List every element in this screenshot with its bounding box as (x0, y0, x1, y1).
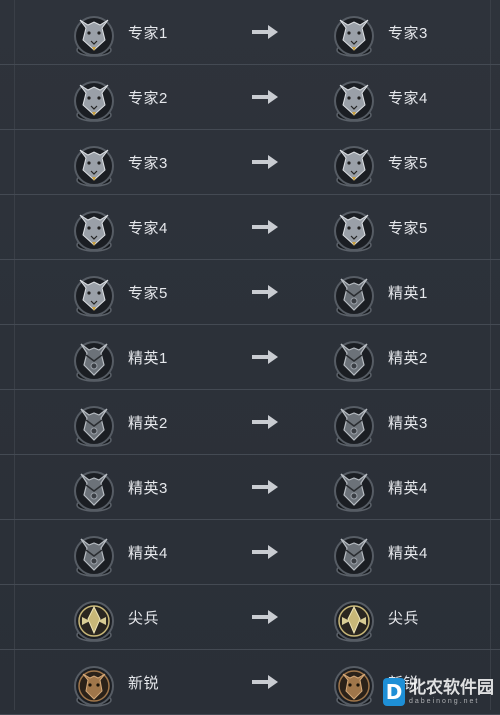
tiger-rookie-icon (70, 656, 118, 708)
table-row: 专家4 专家5 (0, 195, 500, 260)
to-rank-label: 精英4 (388, 479, 428, 497)
table-row: 专家3 专家5 (0, 130, 500, 195)
rank-progression-table: 专家1 专家3 专家2 专家4 专家3 专家5 专家4 专家5 专家5 精英1 精英1 精英2 精英2 精… (0, 0, 500, 715)
right-arrow-icon (250, 89, 280, 105)
wolf-expert-icon (70, 6, 118, 58)
wolf-expert-icon (330, 136, 378, 188)
table-row: 精英2 精英3 (0, 390, 500, 455)
wolf-expert-icon (330, 201, 378, 253)
to-rank-label: 专家3 (388, 24, 428, 42)
wolf-expert-icon (70, 266, 118, 318)
from-rank-label: 精英3 (128, 479, 168, 497)
right-arrow-icon (250, 609, 280, 625)
right-arrow-icon (250, 24, 280, 40)
wolf-expert-icon (330, 71, 378, 123)
to-rank-label: 尖兵 (388, 609, 420, 627)
wolf-elite-icon (330, 266, 378, 318)
from-rank-label: 专家1 (128, 24, 168, 42)
table-row: 专家5 精英1 (0, 260, 500, 325)
wolf-elite-icon (330, 461, 378, 513)
to-rank-label: 精英1 (388, 284, 428, 302)
wolf-expert-icon (70, 201, 118, 253)
to-rank-label: 专家4 (388, 89, 428, 107)
from-rank-label: 专家2 (128, 89, 168, 107)
tiger-rookie-icon (330, 656, 378, 708)
wolf-elite-icon (70, 461, 118, 513)
wolf-elite-icon (330, 331, 378, 383)
table-row: 专家2 专家4 (0, 65, 500, 130)
right-arrow-icon (250, 154, 280, 170)
from-rank-label: 精英1 (128, 349, 168, 367)
table-row: 尖兵 尖兵 (0, 585, 500, 650)
table-row: 专家1 专家3 (0, 0, 500, 65)
right-arrow-icon (250, 219, 280, 235)
table-row: 精英4 精英4 (0, 520, 500, 585)
from-rank-label: 精英4 (128, 544, 168, 562)
wolf-elite-icon (70, 526, 118, 578)
to-rank-label: 专家5 (388, 219, 428, 237)
eagle-vanguard-icon (70, 591, 118, 643)
from-rank-label: 专家5 (128, 284, 168, 302)
table-row: 精英3 精英4 (0, 455, 500, 520)
to-rank-label: 精英4 (388, 544, 428, 562)
wolf-expert-icon (70, 71, 118, 123)
eagle-vanguard-icon (330, 591, 378, 643)
table-row: 精英1 精英2 (0, 325, 500, 390)
from-rank-label: 精英2 (128, 414, 168, 432)
wolf-elite-icon (70, 396, 118, 448)
wolf-elite-icon (330, 526, 378, 578)
to-rank-label: 精英3 (388, 414, 428, 432)
from-rank-label: 尖兵 (128, 609, 160, 627)
right-arrow-icon (250, 414, 280, 430)
from-rank-label: 新锐 (128, 674, 160, 692)
right-arrow-icon (250, 349, 280, 365)
right-arrow-icon (250, 544, 280, 560)
wolf-expert-icon (330, 6, 378, 58)
right-arrow-icon (250, 284, 280, 300)
wolf-expert-icon (70, 136, 118, 188)
table-row: 新锐 新锐 (0, 650, 500, 715)
to-rank-label: 新锐 (388, 674, 420, 692)
from-rank-label: 专家4 (128, 219, 168, 237)
from-rank-label: 专家3 (128, 154, 168, 172)
to-rank-label: 专家5 (388, 154, 428, 172)
wolf-elite-icon (330, 396, 378, 448)
right-arrow-icon (250, 674, 280, 690)
to-rank-label: 精英2 (388, 349, 428, 367)
wolf-elite-icon (70, 331, 118, 383)
right-arrow-icon (250, 479, 280, 495)
